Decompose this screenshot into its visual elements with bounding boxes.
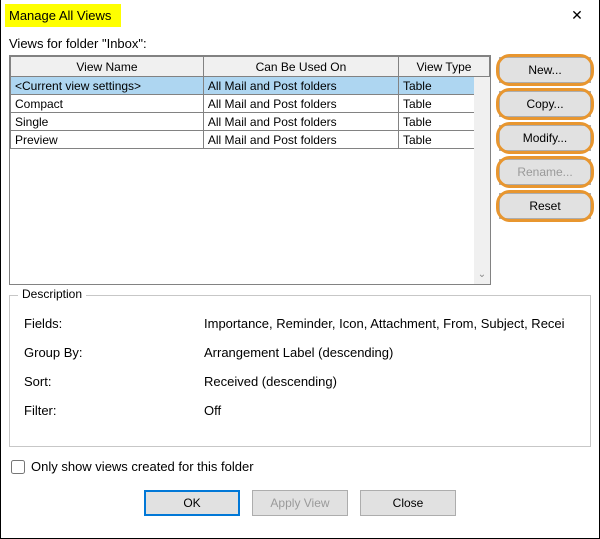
chevron-down-icon: ⌄ <box>478 269 486 280</box>
filter-value: Off <box>204 403 580 418</box>
rename-button: Rename... <box>499 159 591 185</box>
column-header-usedon[interactable]: Can Be Used On <box>203 57 398 77</box>
close-button[interactable]: ✕ <box>555 0 599 30</box>
folder-label: Views for folder "Inbox": <box>9 36 591 51</box>
fields-value: Importance, Reminder, Icon, Attachment, … <box>204 316 580 331</box>
modify-button-label: Modify... <box>523 131 567 145</box>
views-table: View Name Can Be Used On View Type <Curr… <box>10 56 490 149</box>
reset-button-label: Reset <box>529 199 560 213</box>
sort-label: Sort: <box>24 374 204 389</box>
cell-name: <Current view settings> <box>11 77 204 95</box>
table-header-row: View Name Can Be Used On View Type <box>11 57 490 77</box>
new-button-label: New... <box>528 63 561 77</box>
close-dialog-button[interactable]: Close <box>360 490 456 516</box>
table-row[interactable]: <Current view settings> All Mail and Pos… <box>11 77 490 95</box>
ok-button[interactable]: OK <box>144 490 240 516</box>
copy-button-label: Copy... <box>526 97 563 111</box>
sort-value: Received (descending) <box>204 374 580 389</box>
groupby-label: Group By: <box>24 345 204 360</box>
description-filter-row[interactable]: Filter: Off <box>24 403 580 418</box>
new-button[interactable]: New... <box>499 57 591 83</box>
copy-button[interactable]: Copy... <box>499 91 591 117</box>
reset-button[interactable]: Reset <box>499 193 591 219</box>
only-show-checkbox[interactable] <box>11 460 25 474</box>
cell-usedon: All Mail and Post folders <box>203 131 398 149</box>
only-show-label: Only show views created for this folder <box>31 459 254 474</box>
cell-name: Preview <box>11 131 204 149</box>
close-icon: ✕ <box>571 7 583 24</box>
fields-label: Fields: <box>24 316 204 331</box>
filter-label: Filter: <box>24 403 204 418</box>
apply-view-button: Apply View <box>252 490 348 516</box>
only-show-checkbox-row[interactable]: Only show views created for this folder <box>11 459 591 474</box>
description-group: Description Fields: Importance, Reminder… <box>9 295 591 447</box>
dialog-content: Views for folder "Inbox": View Name Can … <box>1 30 599 524</box>
modify-button[interactable]: Modify... <box>499 125 591 151</box>
main-row: View Name Can Be Used On View Type <Curr… <box>9 55 591 285</box>
table-row[interactable]: Preview All Mail and Post folders Table <box>11 131 490 149</box>
table-row[interactable]: Single All Mail and Post folders Table <box>11 113 490 131</box>
cell-usedon: All Mail and Post folders <box>203 95 398 113</box>
column-header-name[interactable]: View Name <box>11 57 204 77</box>
rename-button-label: Rename... <box>517 165 572 179</box>
description-sort-row[interactable]: Sort: Received (descending) <box>24 374 580 389</box>
description-legend: Description <box>18 287 86 301</box>
bottom-buttons: OK Apply View Close <box>9 490 591 516</box>
table-row[interactable]: Compact All Mail and Post folders Table <box>11 95 490 113</box>
title-bar: Manage All Views ✕ <box>1 0 599 30</box>
description-fields-row[interactable]: Fields: Importance, Reminder, Icon, Atta… <box>24 316 580 331</box>
dialog-title: Manage All Views <box>5 4 121 27</box>
groupby-value: Arrangement Label (descending) <box>204 345 580 360</box>
scrollbar-placeholder[interactable]: ⌄ <box>474 77 490 284</box>
manage-views-dialog: Manage All Views ✕ Views for folder "Inb… <box>0 0 600 539</box>
cell-name: Compact <box>11 95 204 113</box>
cell-name: Single <box>11 113 204 131</box>
side-buttons: New... Copy... Modify... Rename... Reset <box>499 55 591 285</box>
description-groupby-row[interactable]: Group By: Arrangement Label (descending) <box>24 345 580 360</box>
column-header-type[interactable]: View Type <box>398 57 489 77</box>
cell-usedon: All Mail and Post folders <box>203 113 398 131</box>
cell-usedon: All Mail and Post folders <box>203 77 398 95</box>
views-table-container: View Name Can Be Used On View Type <Curr… <box>9 55 491 285</box>
